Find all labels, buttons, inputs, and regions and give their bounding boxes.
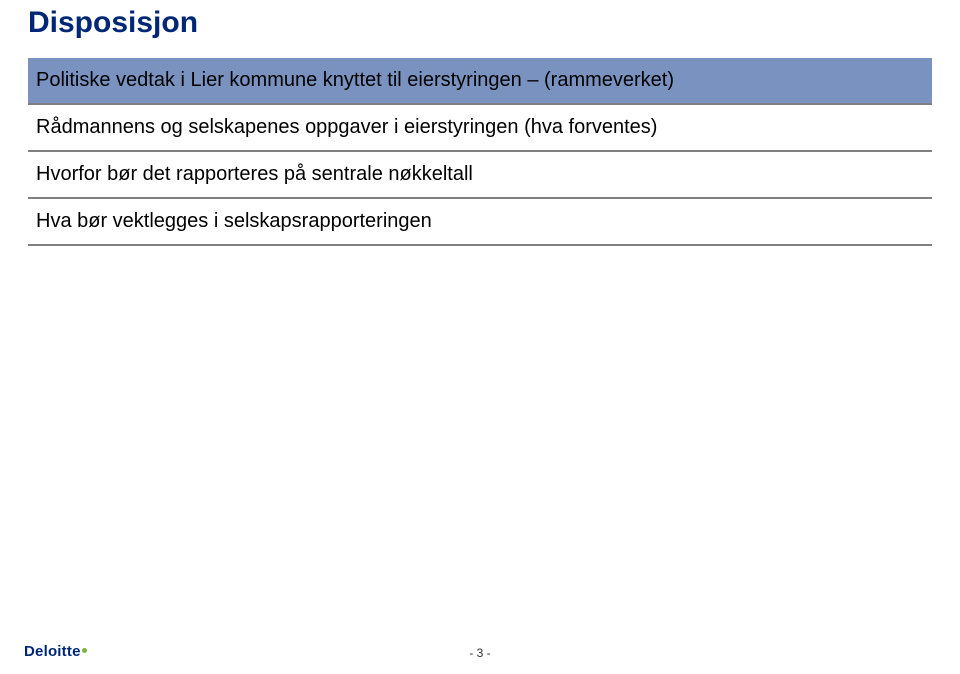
agenda-row: Hvorfor bør det rapporteres på sentrale … <box>28 152 932 199</box>
logo-dot-icon <box>82 648 87 653</box>
agenda-row-text: Hva bør vektlegges i selskapsrapporterin… <box>36 209 924 234</box>
slide-page: Disposisjon Politiske vedtak i Lier komm… <box>0 0 960 246</box>
agenda-row-active: Politiske vedtak i Lier kommune knyttet … <box>28 58 932 105</box>
agenda-row: Rådmannens og selskapenes oppgaver i eie… <box>28 105 932 152</box>
page-title: Disposisjon <box>28 6 932 40</box>
agenda-row-text: Hvorfor bør det rapporteres på sentrale … <box>36 162 924 187</box>
agenda-row: Hva bør vektlegges i selskapsrapporterin… <box>28 199 932 246</box>
footer-logo: Deloitte <box>24 643 87 660</box>
logo-text: Deloitte <box>24 643 81 660</box>
agenda-row-text: Politiske vedtak i Lier kommune knyttet … <box>36 68 924 93</box>
agenda-row-text: Rådmannens og selskapenes oppgaver i eie… <box>36 115 924 140</box>
page-number: - 3 - <box>469 646 490 660</box>
